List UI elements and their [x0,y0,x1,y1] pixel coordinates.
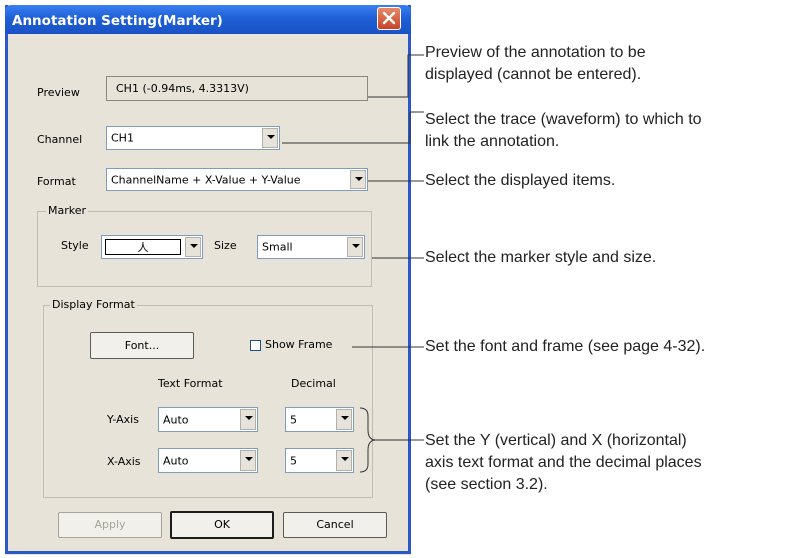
channel-callout-line [282,111,424,144]
channel-annotation-line-2: link the annotation. [425,133,560,150]
preview-annotation: Preview of the annotation to be displaye… [425,42,646,86]
preview-callout-line [368,54,424,98]
channel-annotation: Select the trace (waveform) to which to … [425,109,702,153]
format-annotation-line-1: Select the displayed items. [425,172,616,189]
channel-annotation-line-1: Select the trace (waveform) to which to [425,111,702,128]
marker-annotation: Select the marker style and size. [425,247,656,269]
format-annotation: Select the displayed items. [425,170,615,192]
marker-annotation-line-1: Select the marker style and size. [425,249,657,266]
preview-annotation-line-1: Preview of the annotation to be [425,44,646,61]
axis-annotation-line-3: (see section 3.2). [425,476,548,493]
preview-annotation-line-2: displayed (cannot be entered). [425,66,642,83]
font-frame-annotation: Set the font and frame (see page 4-32). [425,336,705,358]
axis-annotation-line-1: Set the Y (vertical) and X (horizontal) [425,432,687,449]
axis-annotation-line-2: axis text format and the decimal places [425,454,702,471]
axis-annotation: Set the Y (vertical) and X (horizontal) … [425,430,702,496]
axis-brace [359,407,377,473]
font-frame-annotation-line-1: Set the font and frame (see page 4-32). [425,338,706,355]
